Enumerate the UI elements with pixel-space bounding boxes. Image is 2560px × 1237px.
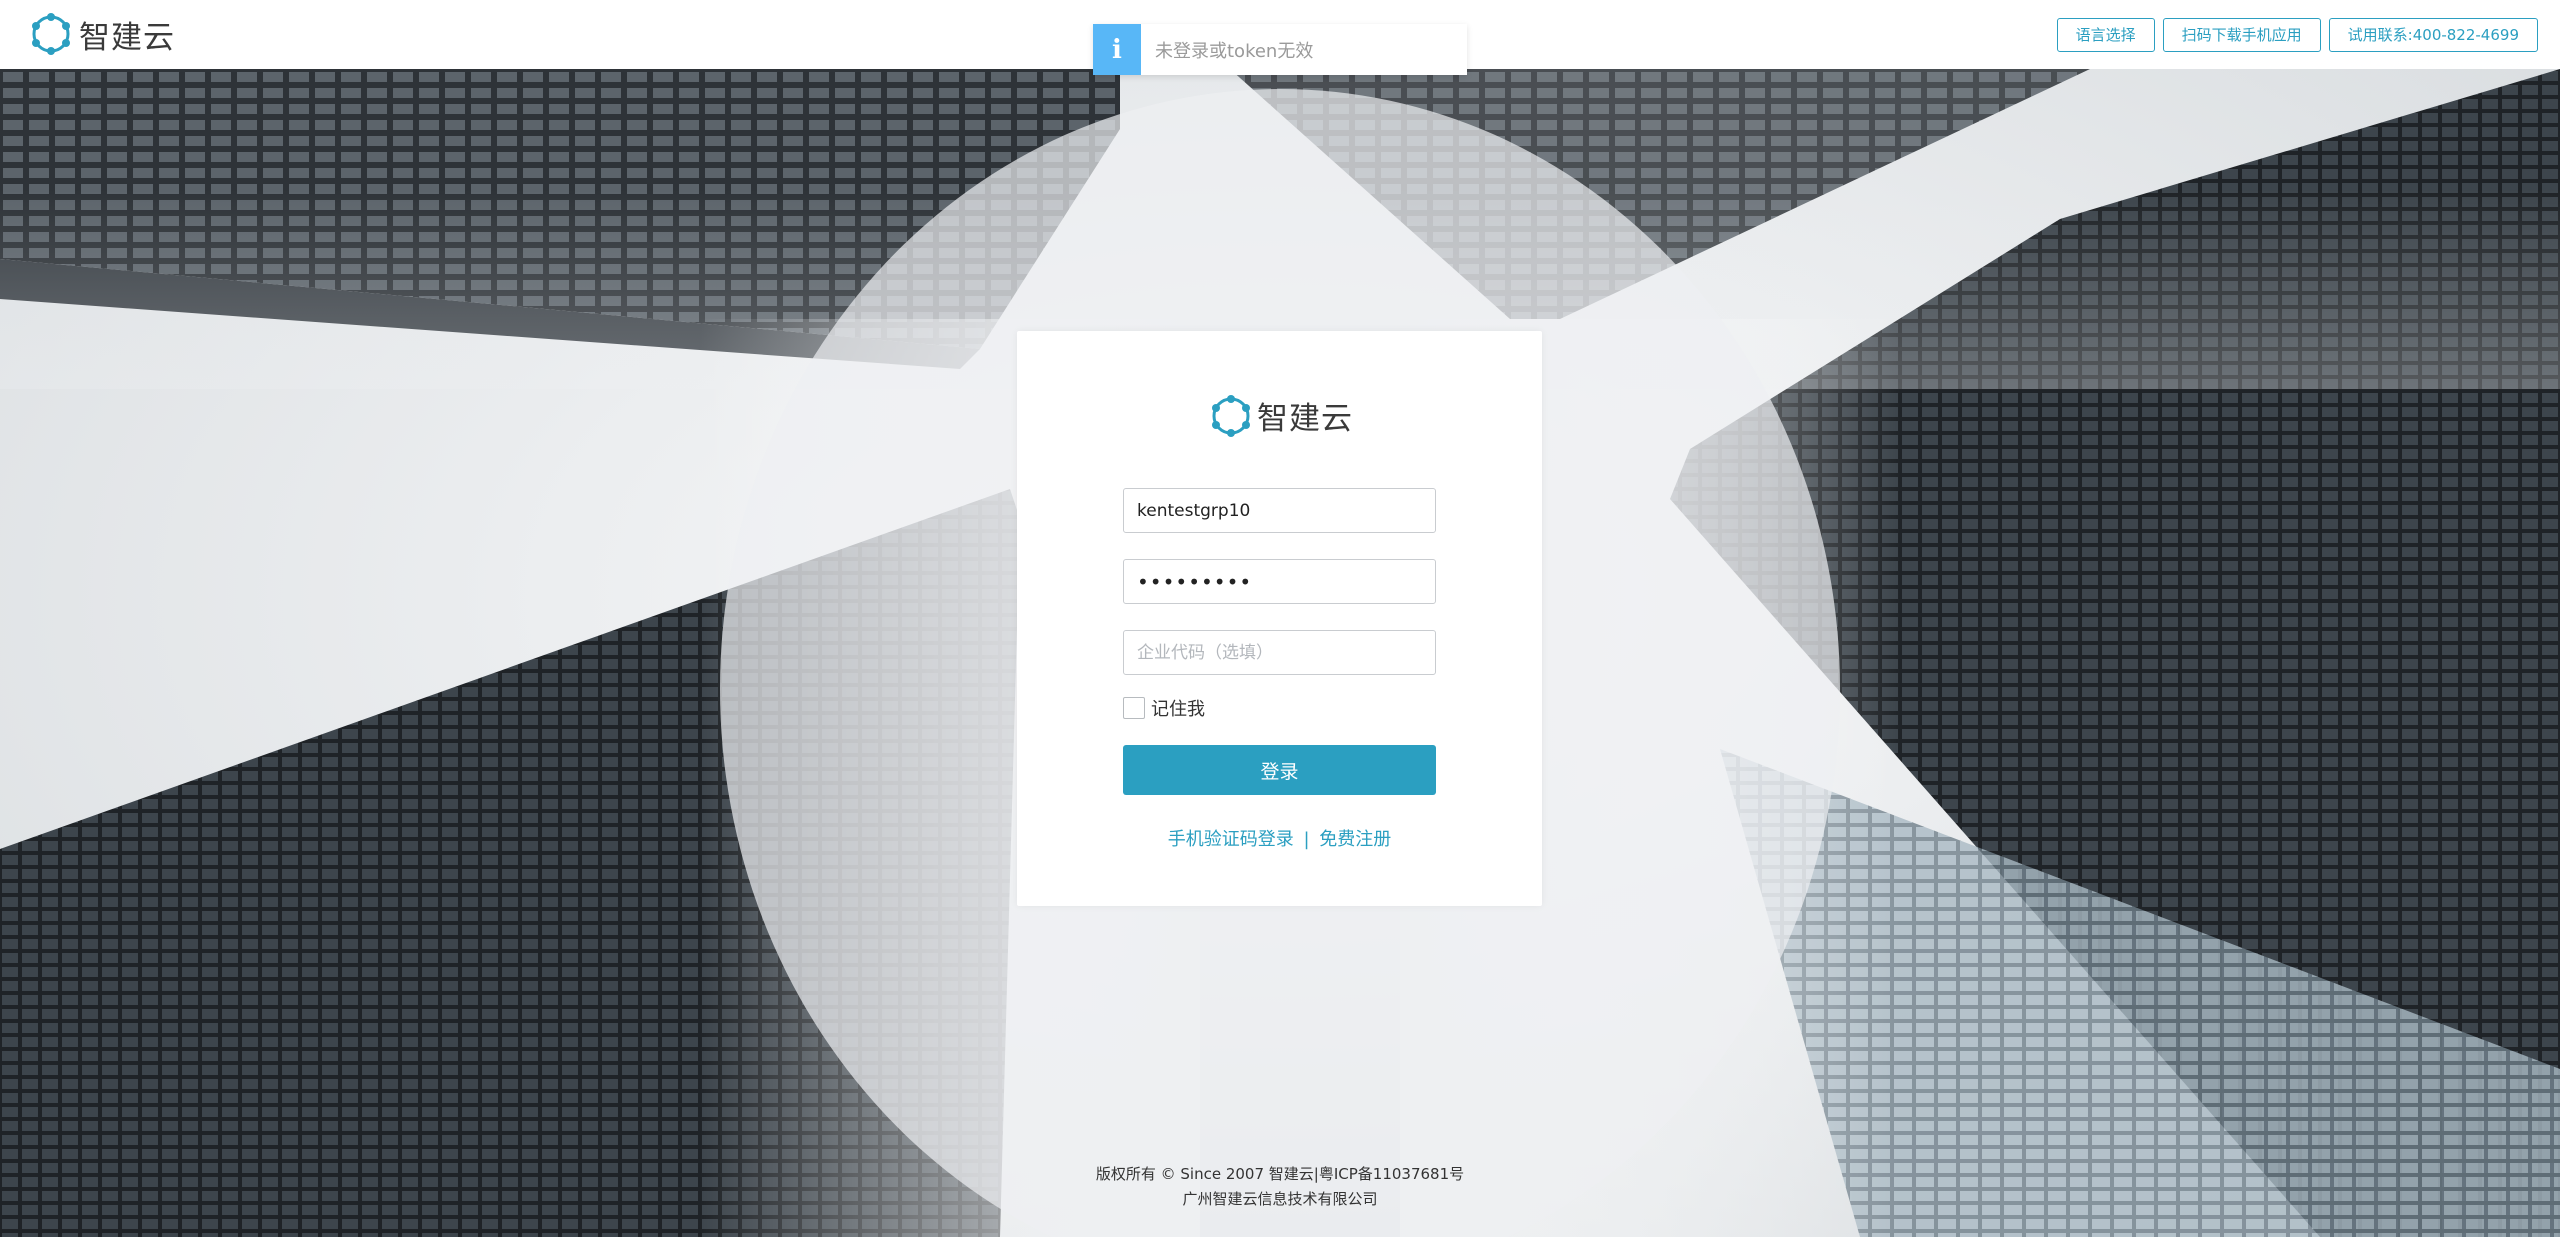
- brand-logo[interactable]: 智建云: [29, 12, 175, 56]
- login-button[interactable]: 登录: [1123, 745, 1436, 795]
- register-link[interactable]: 免费注册: [1319, 829, 1391, 850]
- password-input[interactable]: [1123, 559, 1436, 604]
- header-actions: 语言选择 扫码下载手机应用 试用联系:400-822-4699: [2056, 18, 2538, 52]
- remember-me[interactable]: 记住我: [1123, 695, 1205, 721]
- toast-message: 未登录或token无效: [1155, 40, 1314, 62]
- card-logo: 智建云: [1209, 393, 1353, 438]
- info-icon: i: [1093, 24, 1141, 75]
- company-name: 广州智建云信息技术有限公司: [1182, 1190, 1378, 1208]
- language-select-button[interactable]: 语言选择: [2056, 18, 2155, 52]
- copyright-text: 版权所有 © Since 2007 智建云|粤ICP备11037681号: [1095, 1165, 1465, 1183]
- link-separator: |: [1303, 829, 1310, 850]
- username-input[interactable]: [1123, 488, 1436, 533]
- brand-name: 智建云: [79, 19, 175, 56]
- remember-label: 记住我: [1151, 699, 1205, 720]
- footer: 版权所有 © Since 2007 智建云|粤ICP备11037681号 广州智…: [0, 1162, 2560, 1212]
- trial-contact-button[interactable]: 试用联系:400-822-4699: [2328, 18, 2538, 52]
- download-app-button[interactable]: 扫码下载手机应用: [2162, 18, 2321, 52]
- company-code-input[interactable]: [1123, 630, 1436, 675]
- card-brand-name: 智建云: [1257, 401, 1353, 437]
- sms-login-link[interactable]: 手机验证码登录: [1168, 829, 1294, 850]
- logo-icon: [32, 13, 70, 55]
- login-card: 智建云 记住我 登录 手机验证码登录 | 免费注册: [1017, 331, 1542, 906]
- remember-checkbox[interactable]: [1123, 697, 1145, 719]
- logo-icon: [1212, 394, 1250, 437]
- notification-toast: i 未登录或token无效: [1093, 24, 1467, 75]
- alt-login-links: 手机验证码登录 | 免费注册: [1017, 825, 1542, 851]
